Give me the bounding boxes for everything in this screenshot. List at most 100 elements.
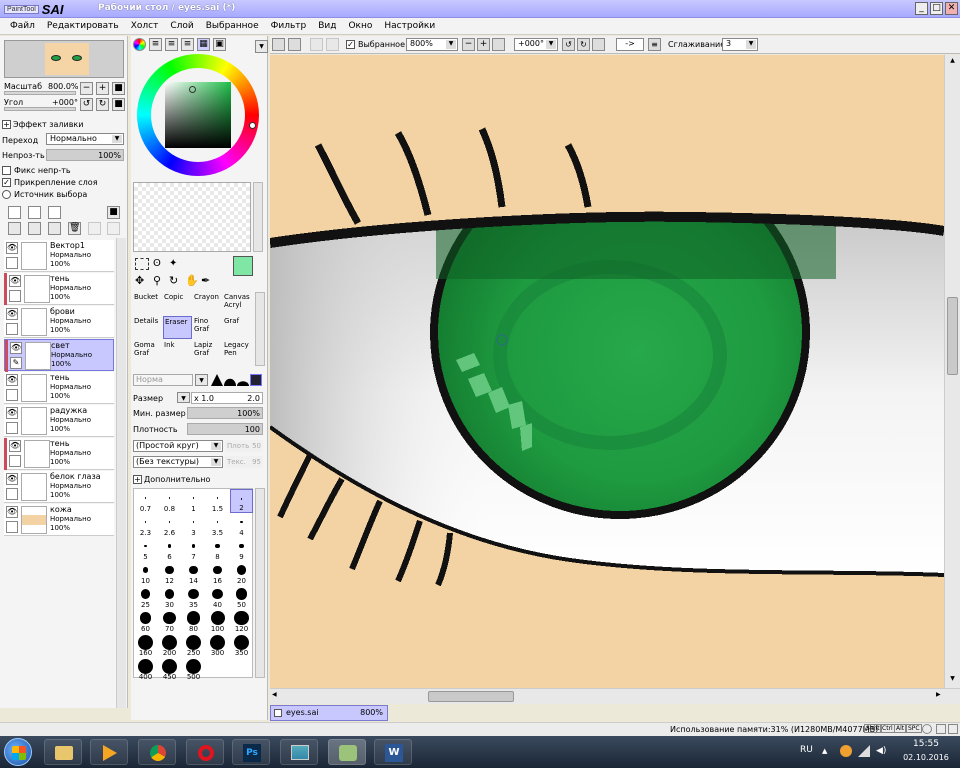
eye-icon[interactable]: 👁 (10, 342, 22, 354)
menu-settings[interactable]: Настройки (378, 21, 441, 31)
layer-list-scrollbar[interactable] (116, 238, 126, 708)
brush-size-4[interactable]: 4 (230, 513, 253, 537)
tool-goma-graf[interactable]: Goma Graf (133, 340, 162, 363)
move-icon[interactable]: ✥ (135, 274, 144, 287)
swatch-scrollbar[interactable] (253, 182, 263, 252)
edge-medium-icon[interactable] (224, 378, 236, 386)
lock-toggle[interactable] (9, 455, 21, 467)
shape-strength[interactable]: Плоть 50 (225, 440, 263, 452)
chrome-taskbar-icon[interactable] (138, 739, 176, 765)
language-indicator[interactable]: RU (800, 745, 813, 755)
zoom-out-button[interactable]: − (80, 82, 93, 95)
selection-source-option[interactable]: Источник выбора (2, 190, 87, 199)
advanced-toggle[interactable]: + Дополнительно (133, 475, 210, 484)
lock-toggle[interactable] (6, 422, 18, 434)
new-layer-icon[interactable] (8, 206, 21, 219)
image-viewer-taskbar-icon[interactable] (280, 739, 318, 765)
brush-size-3[interactable]: 3 (182, 513, 205, 537)
brush-size-2-6[interactable]: 2.6 (158, 513, 181, 537)
word-taskbar-icon[interactable]: W (374, 739, 412, 765)
brush-size-20[interactable]: 20 (230, 561, 253, 585)
chevron-down-icon[interactable]: ▼ (255, 40, 268, 53)
lock-toggle[interactable] (6, 488, 18, 500)
layer-item-light[interactable]: 👁 ✎ свет Нормально 100% (4, 339, 114, 372)
layer-item-shadow-1[interactable]: 👁 тень Нормально 100% (4, 273, 114, 305)
brush-size-9[interactable]: 9 (230, 537, 253, 561)
brush-size-160[interactable]: 160 (134, 633, 157, 657)
tool-fino-graf[interactable]: Fino Graf (193, 316, 222, 339)
brush-size-8[interactable]: 8 (206, 537, 229, 561)
swatches-tab[interactable]: ▦ (197, 38, 210, 51)
invert-selection-button[interactable] (326, 38, 339, 51)
menu-selection[interactable]: Выбранное (200, 21, 265, 31)
clock-date[interactable]: 02.10.2016 (896, 753, 956, 762)
tool-lapiz-graf[interactable]: Lapiz Graf (193, 340, 222, 363)
redo-button[interactable] (288, 38, 301, 51)
tray-arrow-icon[interactable]: ▲ (822, 747, 830, 755)
zoom-out-button-2[interactable]: − (462, 38, 475, 51)
eye-icon[interactable]: 👁 (6, 308, 18, 320)
brush-size-50[interactable]: 50 (230, 585, 253, 609)
delete-layer-icon[interactable]: 🗑 (68, 222, 81, 235)
size-mult-dropdown[interactable]: ▼ (177, 392, 190, 403)
rotate-icon[interactable]: ↻ (169, 274, 178, 287)
selection-source-radio[interactable] (2, 190, 11, 199)
scroll-right-icon[interactable]: ▶ (936, 691, 946, 702)
tool-grid-scrollbar[interactable] (255, 292, 265, 366)
lock-toggle[interactable] (6, 521, 18, 533)
scroll-down-icon[interactable]: ▼ (947, 675, 958, 685)
tool-graf[interactable]: Graf (223, 316, 252, 339)
brush-size-2[interactable]: 2 (230, 489, 253, 513)
brush-size-35[interactable]: 35 (182, 585, 205, 609)
tool-eraser[interactable]: Eraser (163, 316, 192, 339)
blend-select[interactable]: Нормально ▼ (46, 133, 124, 145)
brush-size-250[interactable]: 250 (182, 633, 205, 657)
rotate-ccw-button[interactable]: ↺ (562, 38, 575, 51)
brush-size-2-3[interactable]: 2.3 (134, 513, 157, 537)
brush-size-6[interactable]: 6 (158, 537, 181, 561)
smoothing-select[interactable]: 3 ▼ (722, 38, 758, 51)
eye-icon[interactable]: 👁 (6, 374, 18, 386)
size-grid-scrollbar[interactable] (255, 488, 265, 678)
close-button[interactable]: ✕ (945, 2, 958, 15)
size-slider[interactable]: x 1.0 2.0 (191, 392, 263, 404)
eyedropper-icon[interactable]: ✒ (201, 274, 210, 287)
horizontal-scroll-thumb[interactable] (428, 691, 514, 702)
lock-toggle[interactable] (9, 290, 21, 302)
swatch-area[interactable] (133, 182, 251, 252)
hsv-slider-tab[interactable]: ≡ (165, 38, 178, 51)
rotate-reset-button-2[interactable] (592, 38, 605, 51)
brush-size-7[interactable]: 7 (182, 537, 205, 561)
brush-size-40[interactable]: 40 (206, 585, 229, 609)
tool-legacy-pen[interactable]: Legacy Pen (223, 340, 252, 363)
brush-size-30[interactable]: 30 (158, 585, 181, 609)
clear-layer-icon[interactable] (48, 222, 61, 235)
layer-mask-icon[interactable]: ■ (107, 206, 120, 219)
canvas-horizontal-scrollbar[interactable]: ◀ ▶ (270, 688, 960, 704)
fix-opacity-checkbox[interactable] (2, 166, 11, 175)
density-slider[interactable]: 100 (187, 423, 263, 435)
edge-soft-icon[interactable] (237, 381, 249, 386)
hand-icon[interactable]: ✋ (185, 274, 199, 287)
brush-size-80[interactable]: 80 (182, 609, 205, 633)
layer-item-skin[interactable]: 👁 кожа Нормально 100% (4, 504, 114, 536)
fill-effect-toggle[interactable]: + Эффект заливки (2, 120, 83, 129)
angle-select[interactable]: +000° ▼ (514, 38, 558, 51)
brush-size-70[interactable]: 70 (158, 609, 181, 633)
menu-view[interactable]: Вид (312, 21, 342, 31)
layer-item-iris[interactable]: 👁 радужка Нормально 100% (4, 405, 114, 437)
clipping-checkbox[interactable]: ✓ (2, 178, 11, 187)
brush-size-5[interactable]: 5 (134, 537, 157, 561)
lock-toggle[interactable] (6, 323, 18, 335)
photoshop-taskbar-icon[interactable]: Ps (232, 739, 270, 765)
canvas-vertical-scrollbar[interactable]: ▲ ▼ (944, 55, 960, 688)
brush-size-0-7[interactable]: 0.7 (134, 489, 157, 513)
brush-size-1-5[interactable]: 1.5 (206, 489, 229, 513)
eye-icon[interactable]: 👁 (6, 407, 18, 419)
chevron-down-icon[interactable]: ▼ (195, 374, 208, 386)
layer-up-icon[interactable] (88, 222, 101, 235)
scroll-left-icon[interactable]: ◀ (272, 691, 282, 702)
tray-app-icon[interactable] (840, 745, 852, 757)
start-button[interactable] (4, 738, 32, 766)
navigator-preview[interactable] (4, 40, 124, 78)
